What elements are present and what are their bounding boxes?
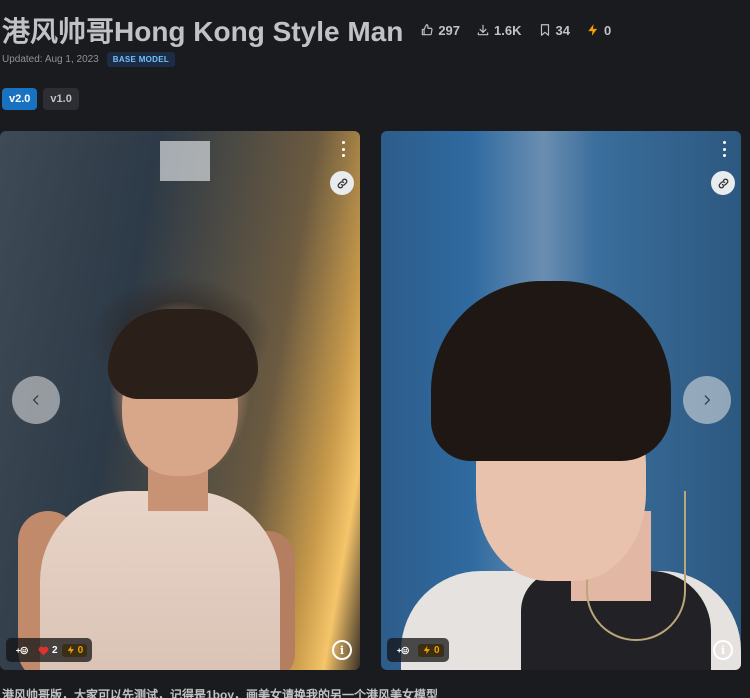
buzz-tip-button[interactable]: 0 bbox=[61, 643, 88, 657]
bookmark-icon bbox=[540, 24, 549, 36]
model-description: 港风帅哥版，大家可以先测试，记得是1boy，画美女请换我的另一个港风美女模型 bbox=[2, 688, 439, 698]
dots-vertical-icon[interactable] bbox=[715, 139, 733, 159]
link-icon bbox=[718, 178, 728, 188]
downloads-count: 1.6K bbox=[494, 22, 522, 38]
bookmarks-stat[interactable]: 34 bbox=[533, 17, 575, 43]
download-icon bbox=[477, 24, 489, 36]
model-title: 港风帅哥Hong Kong Style Man bbox=[2, 16, 404, 47]
likes-count: 297 bbox=[438, 22, 461, 38]
lightning-icon bbox=[588, 24, 598, 36]
heart-count: 2 bbox=[52, 644, 58, 656]
version-tabs: v2.0 v1.0 bbox=[2, 88, 79, 110]
base-model-badge: BASE MODEL bbox=[106, 52, 176, 67]
buzz-tip-button[interactable]: 0 bbox=[418, 643, 444, 657]
carousel-next-button[interactable] bbox=[683, 376, 731, 424]
carousel-prev-button[interactable] bbox=[12, 376, 60, 424]
chevron-left-icon bbox=[32, 395, 39, 405]
info-icon[interactable]: i bbox=[713, 640, 733, 660]
link-icon bbox=[337, 178, 347, 188]
updated-date: Updated: Aug 1, 2023 bbox=[2, 54, 99, 65]
buzz-stat[interactable]: 0 bbox=[581, 17, 616, 43]
likes-stat[interactable]: 297 bbox=[415, 17, 465, 43]
add-reaction-button[interactable] bbox=[392, 644, 414, 657]
lightning-icon bbox=[67, 645, 74, 655]
reactions-bar: 2 0 bbox=[6, 638, 93, 662]
buzz-tip-count: 0 bbox=[77, 644, 84, 656]
version-tab-v2[interactable]: v2.0 bbox=[2, 88, 38, 110]
chevron-right-icon bbox=[704, 395, 711, 405]
add-reaction-button[interactable] bbox=[11, 644, 33, 657]
buzz-tip-count: 0 bbox=[434, 644, 440, 656]
plus-smile-icon bbox=[397, 646, 409, 654]
model-header: 港风帅哥Hong Kong Style Man 297 1.6K 34 0 bbox=[2, 10, 616, 50]
link-button[interactable] bbox=[330, 171, 354, 195]
plus-smile-icon bbox=[16, 646, 28, 654]
model-stats: 297 1.6K 34 0 bbox=[415, 17, 616, 43]
heart-icon bbox=[38, 646, 49, 655]
thumbs-up-icon bbox=[422, 24, 433, 36]
version-tab-v1[interactable]: v1.0 bbox=[43, 88, 79, 110]
reactions-bar: 0 bbox=[387, 638, 449, 662]
bookmarks-count: 34 bbox=[555, 22, 570, 38]
heart-reaction[interactable]: 2 bbox=[37, 644, 58, 657]
dots-vertical-icon[interactable] bbox=[334, 139, 352, 159]
info-icon[interactable]: i bbox=[332, 640, 352, 660]
buzz-count: 0 bbox=[603, 22, 612, 38]
lightning-icon bbox=[423, 645, 430, 655]
link-button[interactable] bbox=[711, 171, 735, 195]
downloads-stat[interactable]: 1.6K bbox=[471, 17, 526, 43]
model-meta: Updated: Aug 1, 2023 BASE MODEL bbox=[2, 52, 176, 67]
